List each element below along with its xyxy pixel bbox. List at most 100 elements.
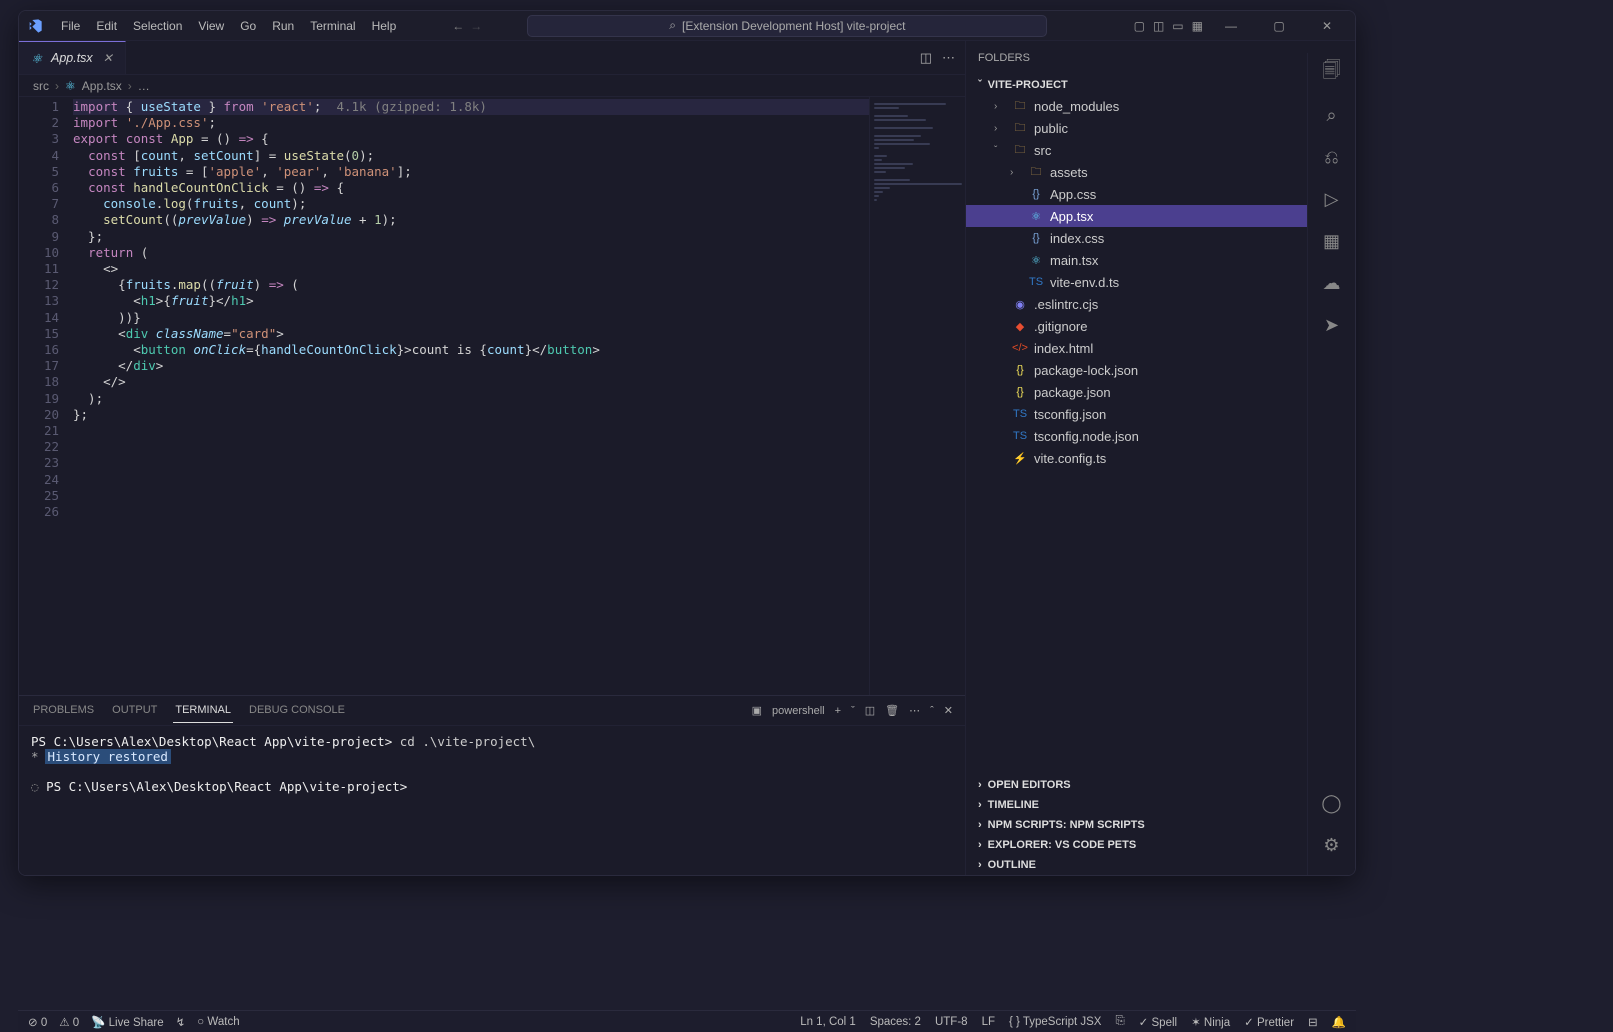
tree-file-package-json[interactable]: {}package.json (966, 381, 1355, 403)
tree-folder-node-modules[interactable]: ›🗀node_modules (966, 95, 1355, 117)
breadcrumb-item[interactable]: src (33, 79, 49, 93)
split-terminal-icon[interactable]: ◫ (865, 704, 875, 717)
tree-file-vite-config-ts[interactable]: ⚡vite.config.ts (966, 447, 1355, 469)
status-item[interactable]: 🔔 (1332, 1015, 1346, 1029)
menu-selection[interactable]: Selection (125, 15, 190, 37)
status-item[interactable]: ✓ Spell (1139, 1015, 1177, 1029)
tree-file-index-css[interactable]: {} index.css (966, 227, 1355, 249)
layout-panel-icon[interactable]: ◫ (1153, 19, 1164, 33)
share-icon[interactable]: ➤ (1320, 313, 1344, 337)
section-timeline[interactable]: ›TIMELINE (966, 795, 1355, 815)
status-item[interactable]: ✶ Ninja (1191, 1015, 1230, 1029)
tree-file-app-css[interactable]: {}App.css (966, 183, 1355, 205)
chevron-right-icon: › (128, 79, 132, 93)
status-item[interactable]: { } TypeScript JSX (1009, 1016, 1101, 1028)
tree-file-main-tsx[interactable]: ⚛main.tsx (966, 249, 1355, 271)
tree-file-index-html[interactable]: </>index.html (966, 337, 1355, 359)
panel-more-icon[interactable]: ⋯ (909, 704, 920, 717)
close-button[interactable]: ✕ (1307, 11, 1347, 41)
source-control-icon[interactable]: ⎌ (1320, 145, 1344, 169)
tab-close-icon[interactable]: ✕ (103, 51, 113, 65)
status-item[interactable]: ✓ Prettier (1244, 1015, 1294, 1029)
nav-forward-icon[interactable]: → (470, 19, 482, 33)
tree-file--gitignore[interactable]: ◆.gitignore (966, 315, 1355, 337)
status-item[interactable]: UTF-8 (935, 1016, 968, 1028)
terminal-dropdown-icon[interactable]: ˇ (851, 705, 855, 717)
run-debug-icon[interactable]: ▷ (1320, 187, 1344, 211)
project-name: VITE-PROJECT (988, 79, 1068, 91)
new-terminal-icon[interactable]: + (835, 705, 841, 717)
tree-file-vite-env-d-ts[interactable]: TSvite-env.d.ts (966, 271, 1355, 293)
panel-maximize-icon[interactable]: ˆ (930, 705, 934, 717)
panel-tab-output[interactable]: OUTPUT (110, 698, 159, 723)
more-actions-icon[interactable]: ⋯ (942, 50, 955, 66)
tree-label: node_modules (1034, 99, 1119, 114)
chevron-right-icon: › (978, 799, 982, 811)
section-outline[interactable]: ›OUTLINE (966, 855, 1355, 875)
menu-edit[interactable]: Edit (88, 15, 125, 37)
command-center[interactable]: ⌕ [Extension Development Host] vite-proj… (527, 15, 1047, 37)
html-icon: </> (1012, 342, 1028, 354)
tree-folder-assets[interactable]: ›🗀assets (966, 161, 1355, 183)
tab-app-tsx[interactable]: ⚛ App.tsx ✕ (19, 41, 126, 74)
css-icon: {} (1028, 232, 1044, 244)
accounts-icon[interactable]: ◯ (1320, 791, 1344, 815)
status-item[interactable]: Spaces: 2 (870, 1016, 921, 1028)
tree-label: index.css (1050, 231, 1104, 246)
layout-grid-icon[interactable]: ▦ (1192, 19, 1203, 33)
status-item[interactable]: 📡 Live Share (91, 1015, 164, 1029)
status-item[interactable]: ↯ (176, 1015, 186, 1029)
kill-terminal-icon[interactable]: 🗑 (885, 704, 899, 717)
terminal-shell-label[interactable]: powershell (772, 705, 825, 717)
tree-file-package-lock-json[interactable]: {}package-lock.json (966, 359, 1355, 381)
panel-close-icon[interactable]: ✕ (944, 704, 953, 717)
maximize-button[interactable]: ▢ (1259, 11, 1299, 41)
menu-file[interactable]: File (53, 15, 88, 37)
status-item[interactable]: ⎘ (1115, 1015, 1124, 1028)
explorer-icon[interactable]: 🗐 (1320, 61, 1344, 85)
section-npm-scripts-npm-scripts[interactable]: ›NPM SCRIPTS: NPM SCRIPTS (966, 815, 1355, 835)
tree-label: package.json (1034, 385, 1111, 400)
settings-gear-icon[interactable]: ⚙ (1320, 833, 1344, 857)
extensions-icon[interactable]: ▦ (1320, 229, 1344, 253)
status-item[interactable]: ○ Watch (197, 1015, 239, 1029)
tree-file--eslintrc-cjs[interactable]: ◉.eslintrc.cjs (966, 293, 1355, 315)
minimize-button[interactable]: — (1211, 11, 1251, 41)
breadcrumb-item[interactable]: … (138, 79, 150, 93)
tree-folder-src[interactable]: ˇ🗀src (966, 139, 1355, 161)
terminal-body[interactable]: PS C:\Users\Alex\Desktop\React App\vite-… (19, 726, 965, 875)
tree-file-tsconfig-node-json[interactable]: TStsconfig.node.json (966, 425, 1355, 447)
section-open-editors[interactable]: ›OPEN EDITORS (966, 775, 1355, 795)
status-item[interactable]: ⊘ 0 (28, 1015, 47, 1029)
remote-icon[interactable]: ☁ (1320, 271, 1344, 295)
layout-sidebar-icon[interactable]: ▭ (1172, 19, 1183, 33)
panel-tab-terminal[interactable]: TERMINAL (173, 698, 233, 723)
tree-file-tsconfig-json[interactable]: TStsconfig.json (966, 403, 1355, 425)
status-item[interactable]: Ln 1, Col 1 (800, 1016, 856, 1028)
menu-help[interactable]: Help (364, 15, 405, 37)
split-editor-icon[interactable]: ◫ (920, 50, 932, 66)
menu-run[interactable]: Run (264, 15, 302, 37)
status-item[interactable]: LF (982, 1016, 995, 1028)
layout-icon[interactable]: ▢ (1134, 19, 1145, 33)
search-icon[interactable]: ⌕ (1320, 103, 1344, 127)
menu-go[interactable]: Go (232, 15, 264, 37)
titlebar: FileEditSelectionViewGoRunTerminalHelp ←… (19, 11, 1355, 41)
menu-view[interactable]: View (190, 15, 232, 37)
code-area[interactable]: import { useState } from 'react'; 4.1k (… (73, 97, 869, 695)
project-root[interactable]: ˇ VITE-PROJECT (966, 75, 1355, 95)
status-item[interactable]: ⊟ (1308, 1015, 1318, 1029)
tree-folder-public[interactable]: ›🗀public (966, 117, 1355, 139)
nav-back-icon[interactable]: ← (452, 19, 464, 33)
status-item[interactable]: ⚠ 0 (59, 1015, 79, 1029)
breadcrumb-item[interactable]: App.tsx (82, 79, 122, 93)
panel-tab-problems[interactable]: PROBLEMS (31, 698, 96, 723)
section-explorer-vs-code-pets[interactable]: ›EXPLORER: VS CODE PETS (966, 835, 1355, 855)
minimap[interactable] (869, 97, 965, 695)
panel-tab-debug-console[interactable]: DEBUG CONSOLE (247, 698, 347, 723)
terminal-shell-icon[interactable]: ▣ (752, 704, 762, 717)
menu-terminal[interactable]: Terminal (302, 15, 363, 37)
vscode-logo-icon (27, 18, 43, 34)
tree-file-app-tsx[interactable]: ⚛App.tsx (966, 205, 1355, 227)
editor[interactable]: 1234567891011121314151617181920212223242… (19, 97, 965, 695)
